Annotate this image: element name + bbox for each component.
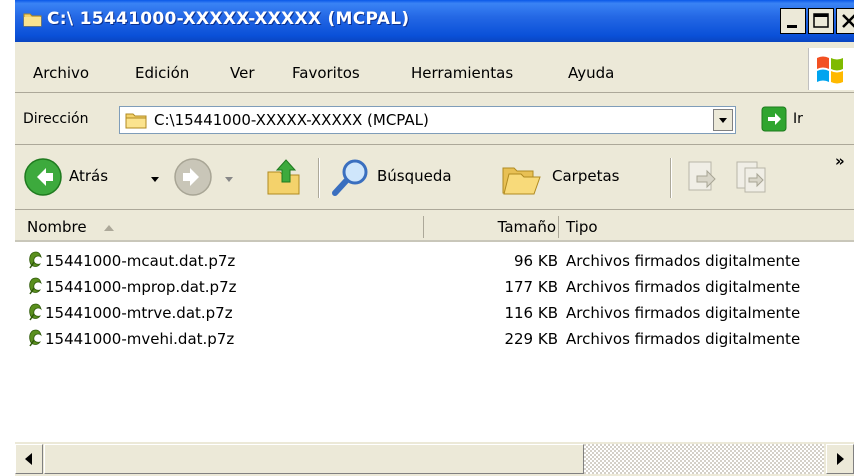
up-folder-icon <box>267 159 300 195</box>
list-item[interactable]: 15441000-mvehi.dat.p7z 229 KB Archivos f… <box>15 326 854 352</box>
column-divider[interactable] <box>423 216 424 238</box>
chevron-down-icon <box>225 177 233 182</box>
chevron-down-icon <box>151 177 159 182</box>
signed-file-icon <box>27 276 45 300</box>
copy-to-button[interactable] <box>733 158 773 198</box>
back-arrow-icon <box>24 158 62 196</box>
file-name: 15441000-mvehi.dat.p7z <box>45 330 235 348</box>
forward-arrow-icon <box>174 158 212 196</box>
address-value: C:\15441000-XXXXX-XXXXX (MCPAL) <box>154 111 429 129</box>
maximize-button[interactable] <box>808 8 834 34</box>
chevron-down-icon <box>719 118 727 123</box>
toolbar-separator <box>670 158 672 198</box>
column-divider[interactable] <box>558 216 559 238</box>
file-name: 15441000-mtrve.dat.p7z <box>45 304 233 322</box>
move-to-icon <box>688 161 716 191</box>
scroll-left-icon <box>25 453 32 465</box>
file-type: Archivos firmados digitalmente <box>566 304 801 322</box>
menu-favoritos[interactable]: Favoritos <box>292 64 360 82</box>
signed-file-icon <box>27 302 45 326</box>
search-label: Búsqueda <box>377 167 452 185</box>
menu-bar: Archivo Edición Ver Favoritos Herramient… <box>15 42 854 93</box>
menu-edicion[interactable]: Edición <box>135 64 189 82</box>
address-dropdown-button[interactable] <box>713 109 733 131</box>
folder-icon <box>125 111 147 133</box>
window-title: C:\ 15441000-XXXXX-XXXXX (MCPAL) <box>47 9 410 29</box>
toolbar-separator <box>318 158 320 198</box>
column-header-name[interactable]: Nombre <box>27 218 87 236</box>
file-type: Archivos firmados digitalmente <box>566 278 801 296</box>
file-type: Archivos firmados digitalmente <box>566 330 801 348</box>
address-bar: Dirección C:\15441000-XXXXX-XXXXX (MCPAL… <box>15 95 854 145</box>
folders-label: Carpetas <box>552 167 620 185</box>
file-name: 15441000-mprop.dat.p7z <box>45 278 237 296</box>
menu-herramientas[interactable]: Herramientas <box>411 64 513 82</box>
file-type: Archivos firmados digitalmente <box>566 252 801 270</box>
forward-button[interactable] <box>173 154 253 200</box>
scroll-right-button[interactable] <box>826 444 854 474</box>
menu-archivo[interactable]: Archivo <box>33 64 89 82</box>
file-size: 96 KB <box>514 252 558 270</box>
go-arrow-icon <box>761 106 787 132</box>
menu-ayuda[interactable]: Ayuda <box>568 64 614 82</box>
explorer-window: C:\ 15441000-XXXXX-XXXXX (MCPAL) Archivo… <box>15 0 854 476</box>
list-item[interactable]: 15441000-mcaut.dat.p7z 96 KB Archivos fi… <box>15 248 854 274</box>
windows-logo <box>808 48 854 90</box>
file-size: 116 KB <box>504 304 558 322</box>
scroll-thumb[interactable] <box>44 444 584 474</box>
go-button[interactable] <box>761 106 787 132</box>
search-icon <box>332 159 368 196</box>
folder-icon <box>23 11 43 27</box>
horizontal-scrollbar[interactable] <box>15 442 854 476</box>
toolbar-overflow-button[interactable]: » <box>835 152 845 170</box>
close-button[interactable] <box>836 8 854 34</box>
go-label[interactable]: Ir <box>793 111 803 127</box>
search-button[interactable]: Búsqueda <box>331 154 491 200</box>
back-button[interactable]: Atrás <box>21 154 171 200</box>
list-item[interactable]: 15441000-mtrve.dat.p7z 116 KB Archivos f… <box>15 300 854 326</box>
file-size: 177 KB <box>504 278 558 296</box>
folders-icon <box>502 167 541 195</box>
move-to-button[interactable] <box>683 158 723 198</box>
scroll-right-icon <box>837 453 844 465</box>
folders-button[interactable]: Carpetas <box>501 154 661 200</box>
file-list[interactable]: Nombre Tamaño Tipo 15441000-mcaut.dat.p7… <box>15 212 854 442</box>
signed-file-icon <box>27 328 45 352</box>
minimize-icon <box>787 25 797 28</box>
minimize-button[interactable] <box>780 8 806 34</box>
menu-ver[interactable]: Ver <box>230 64 255 82</box>
copy-to-icon <box>736 161 766 193</box>
file-name: 15441000-mcaut.dat.p7z <box>45 252 236 270</box>
list-header: Nombre Tamaño Tipo <box>15 212 854 242</box>
up-folder-button[interactable] <box>264 156 304 200</box>
signed-file-icon <box>27 250 45 274</box>
column-header-type[interactable]: Tipo <box>566 218 598 236</box>
title-bar[interactable]: C:\ 15441000-XXXXX-XXXXX (MCPAL) <box>15 0 854 42</box>
column-header-size[interactable]: Tamaño <box>498 218 556 236</box>
sort-ascending-icon <box>104 225 114 231</box>
list-item[interactable]: 15441000-mprop.dat.p7z 177 KB Archivos f… <box>15 274 854 300</box>
close-icon <box>842 14 854 28</box>
file-size: 229 KB <box>504 330 558 348</box>
standard-toolbar: Atrás Búsqueda Carpetas » <box>15 146 854 210</box>
scroll-left-button[interactable] <box>15 444 43 474</box>
address-input[interactable]: C:\15441000-XXXXX-XXXXX (MCPAL) <box>119 106 736 134</box>
maximize-icon <box>813 13 829 28</box>
address-label: Dirección <box>23 111 89 127</box>
back-label: Atrás <box>69 167 109 185</box>
